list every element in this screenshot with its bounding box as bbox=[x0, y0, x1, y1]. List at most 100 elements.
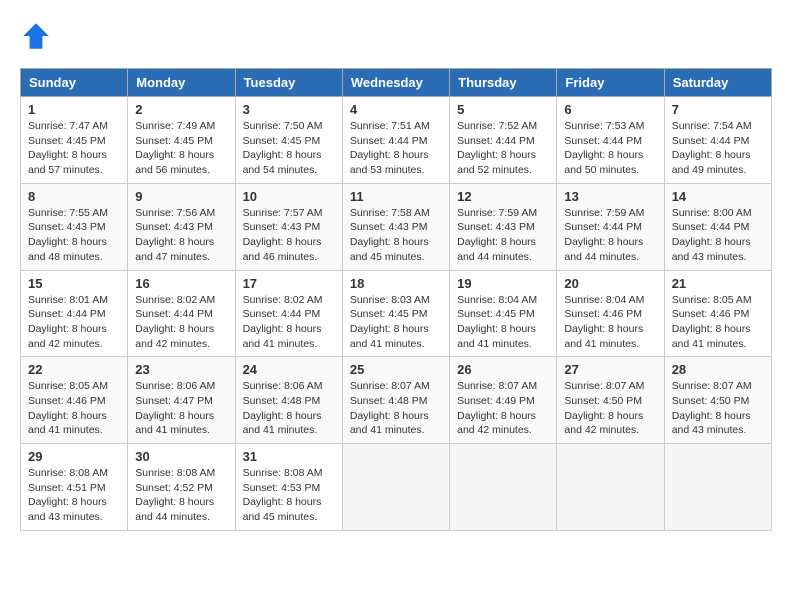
daylight: Daylight: 8 hours and 43 minutes. bbox=[28, 496, 107, 523]
daylight: Daylight: 8 hours and 52 minutes. bbox=[457, 149, 536, 176]
weekday-header-friday: Friday bbox=[557, 69, 664, 97]
day-number: 17 bbox=[243, 276, 335, 291]
day-info: Sunrise: 7:49 AM Sunset: 4:45 PM Dayligh… bbox=[135, 119, 227, 178]
sunrise: Sunrise: 8:00 AM bbox=[672, 207, 752, 219]
day-number: 25 bbox=[350, 362, 442, 377]
sunset: Sunset: 4:43 PM bbox=[350, 221, 428, 233]
logo-icon bbox=[20, 20, 52, 52]
sunrise: Sunrise: 7:51 AM bbox=[350, 120, 430, 132]
sunrise: Sunrise: 8:08 AM bbox=[243, 467, 323, 479]
week-row-4: 22 Sunrise: 8:05 AM Sunset: 4:46 PM Dayl… bbox=[21, 357, 772, 444]
daylight: Daylight: 8 hours and 41 minutes. bbox=[350, 323, 429, 350]
calendar-cell: 14 Sunrise: 8:00 AM Sunset: 4:44 PM Dayl… bbox=[664, 183, 771, 270]
daylight: Daylight: 8 hours and 41 minutes. bbox=[564, 323, 643, 350]
day-info: Sunrise: 7:58 AM Sunset: 4:43 PM Dayligh… bbox=[350, 206, 442, 265]
day-info: Sunrise: 7:47 AM Sunset: 4:45 PM Dayligh… bbox=[28, 119, 120, 178]
daylight: Daylight: 8 hours and 42 minutes. bbox=[564, 410, 643, 437]
header bbox=[20, 20, 772, 52]
weekday-header-row: SundayMondayTuesdayWednesdayThursdayFrid… bbox=[21, 69, 772, 97]
sunrise: Sunrise: 7:53 AM bbox=[564, 120, 644, 132]
day-info: Sunrise: 8:07 AM Sunset: 4:48 PM Dayligh… bbox=[350, 379, 442, 438]
day-info: Sunrise: 7:51 AM Sunset: 4:44 PM Dayligh… bbox=[350, 119, 442, 178]
day-number: 11 bbox=[350, 189, 442, 204]
day-info: Sunrise: 8:08 AM Sunset: 4:52 PM Dayligh… bbox=[135, 466, 227, 525]
day-info: Sunrise: 7:53 AM Sunset: 4:44 PM Dayligh… bbox=[564, 119, 656, 178]
sunset: Sunset: 4:46 PM bbox=[28, 395, 106, 407]
day-number: 1 bbox=[28, 102, 120, 117]
daylight: Daylight: 8 hours and 44 minutes. bbox=[564, 236, 643, 263]
day-number: 6 bbox=[564, 102, 656, 117]
week-row-2: 8 Sunrise: 7:55 AM Sunset: 4:43 PM Dayli… bbox=[21, 183, 772, 270]
daylight: Daylight: 8 hours and 45 minutes. bbox=[350, 236, 429, 263]
calendar-cell: 19 Sunrise: 8:04 AM Sunset: 4:45 PM Dayl… bbox=[450, 270, 557, 357]
sunset: Sunset: 4:43 PM bbox=[457, 221, 535, 233]
sunset: Sunset: 4:44 PM bbox=[564, 135, 642, 147]
sunset: Sunset: 4:46 PM bbox=[672, 308, 750, 320]
daylight: Daylight: 8 hours and 49 minutes. bbox=[672, 149, 751, 176]
calendar-cell: 13 Sunrise: 7:59 AM Sunset: 4:44 PM Dayl… bbox=[557, 183, 664, 270]
calendar-cell: 16 Sunrise: 8:02 AM Sunset: 4:44 PM Dayl… bbox=[128, 270, 235, 357]
day-number: 21 bbox=[672, 276, 764, 291]
sunset: Sunset: 4:49 PM bbox=[457, 395, 535, 407]
calendar-cell: 21 Sunrise: 8:05 AM Sunset: 4:46 PM Dayl… bbox=[664, 270, 771, 357]
calendar-cell: 9 Sunrise: 7:56 AM Sunset: 4:43 PM Dayli… bbox=[128, 183, 235, 270]
sunset: Sunset: 4:44 PM bbox=[672, 135, 750, 147]
sunset: Sunset: 4:50 PM bbox=[564, 395, 642, 407]
sunrise: Sunrise: 8:07 AM bbox=[564, 380, 644, 392]
day-number: 5 bbox=[457, 102, 549, 117]
daylight: Daylight: 8 hours and 41 minutes. bbox=[28, 410, 107, 437]
sunset: Sunset: 4:45 PM bbox=[135, 135, 213, 147]
sunset: Sunset: 4:43 PM bbox=[243, 221, 321, 233]
sunrise: Sunrise: 7:56 AM bbox=[135, 207, 215, 219]
day-number: 12 bbox=[457, 189, 549, 204]
day-number: 31 bbox=[243, 449, 335, 464]
calendar-cell: 26 Sunrise: 8:07 AM Sunset: 4:49 PM Dayl… bbox=[450, 357, 557, 444]
sunset: Sunset: 4:43 PM bbox=[28, 221, 106, 233]
daylight: Daylight: 8 hours and 41 minutes. bbox=[672, 323, 751, 350]
sunrise: Sunrise: 7:49 AM bbox=[135, 120, 215, 132]
weekday-header-tuesday: Tuesday bbox=[235, 69, 342, 97]
sunset: Sunset: 4:52 PM bbox=[135, 482, 213, 494]
sunset: Sunset: 4:44 PM bbox=[243, 308, 321, 320]
sunset: Sunset: 4:51 PM bbox=[28, 482, 106, 494]
day-info: Sunrise: 8:04 AM Sunset: 4:46 PM Dayligh… bbox=[564, 293, 656, 352]
calendar-cell: 23 Sunrise: 8:06 AM Sunset: 4:47 PM Dayl… bbox=[128, 357, 235, 444]
sunset: Sunset: 4:48 PM bbox=[350, 395, 428, 407]
calendar-cell: 7 Sunrise: 7:54 AM Sunset: 4:44 PM Dayli… bbox=[664, 97, 771, 184]
sunrise: Sunrise: 8:01 AM bbox=[28, 294, 108, 306]
sunrise: Sunrise: 7:58 AM bbox=[350, 207, 430, 219]
daylight: Daylight: 8 hours and 41 minutes. bbox=[457, 323, 536, 350]
day-number: 7 bbox=[672, 102, 764, 117]
calendar-cell: 11 Sunrise: 7:58 AM Sunset: 4:43 PM Dayl… bbox=[342, 183, 449, 270]
day-number: 23 bbox=[135, 362, 227, 377]
calendar-cell: 22 Sunrise: 8:05 AM Sunset: 4:46 PM Dayl… bbox=[21, 357, 128, 444]
sunrise: Sunrise: 8:02 AM bbox=[135, 294, 215, 306]
daylight: Daylight: 8 hours and 42 minutes. bbox=[457, 410, 536, 437]
day-number: 2 bbox=[135, 102, 227, 117]
sunrise: Sunrise: 7:47 AM bbox=[28, 120, 108, 132]
calendar-cell: 3 Sunrise: 7:50 AM Sunset: 4:45 PM Dayli… bbox=[235, 97, 342, 184]
calendar-cell: 28 Sunrise: 8:07 AM Sunset: 4:50 PM Dayl… bbox=[664, 357, 771, 444]
sunrise: Sunrise: 8:05 AM bbox=[672, 294, 752, 306]
sunset: Sunset: 4:44 PM bbox=[672, 221, 750, 233]
calendar-cell: 2 Sunrise: 7:49 AM Sunset: 4:45 PM Dayli… bbox=[128, 97, 235, 184]
daylight: Daylight: 8 hours and 43 minutes. bbox=[672, 236, 751, 263]
daylight: Daylight: 8 hours and 48 minutes. bbox=[28, 236, 107, 263]
calendar-cell: 25 Sunrise: 8:07 AM Sunset: 4:48 PM Dayl… bbox=[342, 357, 449, 444]
sunrise: Sunrise: 7:57 AM bbox=[243, 207, 323, 219]
calendar-cell: 5 Sunrise: 7:52 AM Sunset: 4:44 PM Dayli… bbox=[450, 97, 557, 184]
sunset: Sunset: 4:47 PM bbox=[135, 395, 213, 407]
sunrise: Sunrise: 8:07 AM bbox=[350, 380, 430, 392]
sunrise: Sunrise: 8:04 AM bbox=[457, 294, 537, 306]
weekday-header-monday: Monday bbox=[128, 69, 235, 97]
sunrise: Sunrise: 8:02 AM bbox=[243, 294, 323, 306]
day-number: 27 bbox=[564, 362, 656, 377]
daylight: Daylight: 8 hours and 45 minutes. bbox=[243, 496, 322, 523]
day-number: 24 bbox=[243, 362, 335, 377]
day-number: 13 bbox=[564, 189, 656, 204]
sunrise: Sunrise: 7:59 AM bbox=[457, 207, 537, 219]
daylight: Daylight: 8 hours and 42 minutes. bbox=[28, 323, 107, 350]
daylight: Daylight: 8 hours and 56 minutes. bbox=[135, 149, 214, 176]
day-number: 30 bbox=[135, 449, 227, 464]
sunset: Sunset: 4:43 PM bbox=[135, 221, 213, 233]
